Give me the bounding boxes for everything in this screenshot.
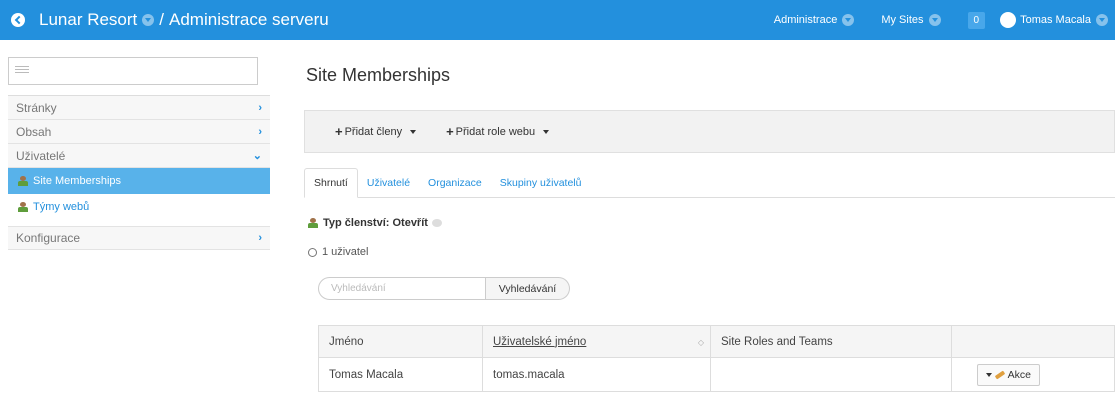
filter-icon [15,66,29,75]
nav-my-sites-label: My Sites [881,14,924,26]
chevron-down-icon [928,14,941,26]
avatar [1000,12,1017,28]
user-icon [18,176,28,186]
chevron-right-icon: › [258,101,262,114]
clock-icon [308,247,317,257]
page-header-title: Lunar Resort / Administrace serveru [39,10,329,30]
search-bar: Vyhledávání [318,277,570,300]
top-nav: Administrace My Sites 0 Tomas Macala [774,0,1115,40]
page-title: Site Memberships [306,65,451,85]
sidebar-item-label: Konfigurace [16,231,81,245]
main-content: Site Memberships + Přidat členy + Přidat… [304,55,1115,392]
sidebar-submenu: Site Memberships Týmy webů [8,168,270,220]
sidebar-item-label: Obsah [16,124,52,139]
cell-name: Tomas Macala [318,357,483,392]
membership-type: Typ členství: Otevřít [308,217,442,229]
toolbar: + Přidat členy + Přidat role webu [304,110,1115,153]
sidebar: Stránky › Obsah › Uživatelé ⌄ Site Membe… [8,57,270,250]
sidebar-item-label: Site Memberships [33,175,122,187]
chevron-right-icon: › [258,232,262,244]
header-separator: / [159,10,165,29]
nav-administration-label: Administrace [773,14,838,26]
top-bar: Lunar Resort / Administrace serveru Admi… [0,0,1115,40]
user-menu[interactable]: Tomas Macala [1000,12,1113,28]
site-name[interactable]: Lunar Resort [39,10,137,30]
column-username-label: Uživatelské jméno [493,335,587,348]
back-icon[interactable] [11,13,25,27]
section-name: Administrace serveru [169,10,329,29]
caret-down-icon [985,372,992,377]
sidebar-item-site-memberships[interactable]: Site Memberships [8,168,270,194]
column-username[interactable]: Uživatelské jméno ◇ [482,325,711,358]
sidebar-item-label: Uživatelé [16,148,66,163]
nav-my-sites[interactable]: My Sites [881,14,945,26]
sidebar-item-content[interactable]: Obsah › [8,120,270,144]
table-header-row: Jméno Uživatelské jméno ◇ Site Roles and… [318,325,1115,358]
column-actions [951,325,1115,358]
tab-user-groups[interactable]: Skupiny uživatelů [491,168,591,198]
user-name: Tomas Macala [1020,14,1091,26]
user-count: 1 uživatel [308,246,368,258]
sidebar-filter-input[interactable] [8,57,258,85]
actions-label: Akce [1007,368,1031,381]
sidebar-item-label: Týmy webů [33,201,90,213]
add-site-roles-label: Přidat role webu [455,125,536,138]
tab-organizations[interactable]: Organizace [419,168,491,198]
sidebar-item-site-teams[interactable]: Týmy webů [8,194,270,220]
chevron-right-icon: › [258,125,262,138]
tab-bar: Shrnutí Uživatelé Organizace Skupiny uži… [304,168,1115,198]
plus-icon: + [446,124,454,139]
sidebar-item-configuration[interactable]: Konfigurace › [8,226,270,250]
add-site-roles-button[interactable]: + Přidat role webu [446,124,550,139]
nav-administration[interactable]: Administrace [774,14,860,26]
tab-users[interactable]: Uživatelé [358,168,419,198]
chevron-down-icon [842,14,855,26]
user-icon [308,218,318,228]
actions-button[interactable]: Akce [976,363,1040,386]
column-name[interactable]: Jméno [318,325,483,358]
column-site-roles: Site Roles and Teams [710,325,952,358]
search-button[interactable]: Vyhledávání [486,277,570,300]
help-icon[interactable] [431,219,442,227]
user-count-label: 1 uživatel [322,246,369,258]
cell-username: tomas.macala [482,357,711,392]
cell-actions: Akce [951,357,1115,392]
sidebar-item-pages[interactable]: Stránky › [8,96,270,120]
caret-down-icon [410,129,417,134]
plus-icon: + [335,124,343,139]
add-members-button[interactable]: + Přidat členy [335,124,417,139]
sidebar-item-label: Stránky [16,100,57,115]
team-icon [18,202,28,212]
caret-down-icon [543,129,550,134]
chevron-down-icon [1096,14,1108,26]
wrench-icon [994,369,1005,380]
sort-icon: ◇ [697,338,704,347]
tab-summary[interactable]: Shrnutí [304,168,358,198]
members-table: Jméno Uživatelské jméno ◇ Site Roles and… [318,325,1115,392]
sidebar-menu: Stránky › Obsah › Uživatelé ⌄ Site Membe… [8,95,270,250]
add-members-label: Přidat členy [344,125,403,138]
sidebar-item-users[interactable]: Uživatelé ⌄ [8,144,270,168]
chevron-down-icon: ⌄ [252,150,262,162]
notification-badge[interactable]: 0 [967,11,986,29]
site-dropdown-icon[interactable] [142,14,155,26]
membership-type-label: Typ členství: Otevřít [323,217,428,229]
cell-roles [710,357,952,392]
table-row: Tomas Macala tomas.macala Akce [318,357,1115,392]
search-input[interactable] [318,277,486,300]
